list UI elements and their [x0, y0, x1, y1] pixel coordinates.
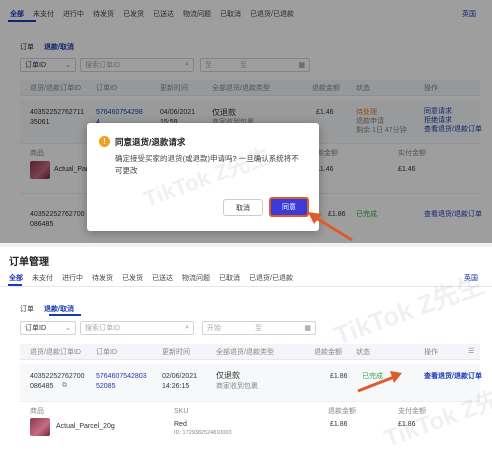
tab-toship[interactable]: 待发货 — [92, 273, 113, 283]
agree-button-label: 同意 — [282, 204, 296, 211]
row-reason: 商家收到包裹 — [216, 383, 258, 390]
sku-label: SKU — [174, 408, 189, 415]
tab-underline — [8, 284, 22, 286]
table-header: 退货/退款订单ID 订单ID 更新时间 全部退货/退款类型 退款金额 状态 操作… — [20, 344, 480, 360]
row-order-id-b[interactable]: 52085 — [96, 382, 115, 391]
calendar-icon: ▦ — [304, 325, 311, 332]
row-amount: £1.86 — [330, 373, 348, 380]
page-title: 订单管理 — [9, 257, 49, 268]
sku-id: ID: 1729382524810003 — [174, 430, 232, 436]
header-order-id: 订单ID — [96, 349, 117, 356]
cancel-button[interactable]: 取消 — [223, 199, 263, 216]
tab-unpaid[interactable]: 未支付 — [32, 273, 53, 283]
search-input[interactable]: 搜索订单ID ⌕ — [80, 321, 194, 335]
tab-inprogress[interactable]: 进行中 — [62, 273, 83, 283]
date-end: 至 — [255, 325, 262, 332]
bottom-subtabs: 订单 退款/取消 — [20, 304, 74, 314]
row-refund-id-b: 086485 — [30, 383, 54, 390]
subtab-orders[interactable]: 订单 — [20, 304, 34, 314]
header-amount: 退款金额 — [314, 349, 342, 356]
product-thumbnail — [30, 418, 50, 436]
cancel-button-label: 取消 — [236, 204, 250, 212]
row-refund-id-a: 40352252762700 — [30, 373, 85, 380]
arrow-annotation-icon — [357, 371, 402, 393]
copy-icon[interactable]: ⧉ — [62, 381, 67, 390]
tab-delivered[interactable]: 已送达 — [152, 273, 173, 283]
table-row: 40352252762700 086485 ⧉ 5764607542803 52… — [20, 364, 482, 402]
tab-shipped[interactable]: 已发货 — [122, 273, 143, 283]
view-refund-order-link[interactable]: 查看退货/退款订单 — [424, 372, 482, 381]
warning-icon: ! — [99, 136, 110, 147]
arrow-annotation-icon — [308, 212, 353, 242]
tab-returned[interactable]: 已退货/已退款 — [249, 273, 293, 283]
row-order-id-a[interactable]: 5764607542803 — [96, 372, 147, 381]
top-screenshot: 全部 未支付 进行中 待发货 已发货 已送达 物流问题 已取消 已退货/已退款 … — [0, 0, 492, 243]
column-settings-icon[interactable]: ☰ — [468, 347, 474, 356]
product-refund-label: 退款金额 — [328, 408, 356, 415]
row-type: 仅退款 — [216, 371, 240, 380]
sku-value: Red — [174, 421, 187, 428]
bottom-nav-tabs: 全部 未支付 进行中 待发货 已发货 已送达 物流问题 已取消 已退货/已退款 — [9, 273, 293, 283]
row-date: 02/06/2021 — [162, 373, 198, 380]
tab-cancelled[interactable]: 已取消 — [219, 273, 240, 283]
subtab-underline — [49, 314, 81, 316]
product-name: Actual_Parcel_20g — [56, 423, 115, 430]
header-refund-id: 退货/退款订单ID — [30, 349, 81, 356]
row-time: 14:26:15 — [162, 383, 190, 390]
tab-all[interactable]: 全部 — [9, 273, 23, 283]
header-type[interactable]: 全部退货/退款类型 — [216, 348, 274, 357]
header-status: 状态 — [356, 349, 370, 356]
header-updated[interactable]: 更新时间 — [162, 348, 190, 357]
search-icon: ⌕ — [185, 324, 189, 331]
date-range[interactable]: 开始 至 ▦ — [202, 321, 316, 335]
product-refund: £1.86 — [330, 421, 348, 428]
dialog-title: 同意退货/退款请求 — [115, 137, 186, 147]
chevron-down-icon: ⌄ — [65, 325, 71, 332]
date-start: 开始 — [207, 325, 221, 332]
orderid-select[interactable]: 订单ID ⌄ — [20, 321, 76, 335]
product-label: 商品 — [30, 408, 44, 415]
tab-logistics[interactable]: 物流问题 — [182, 273, 210, 283]
header-actions: 操作 — [424, 349, 438, 356]
subtab-refunds[interactable]: 退款/取消 — [44, 304, 74, 314]
orderid-select-label: 订单ID — [25, 325, 46, 332]
search-placeholder: 搜索订单ID — [85, 325, 120, 332]
